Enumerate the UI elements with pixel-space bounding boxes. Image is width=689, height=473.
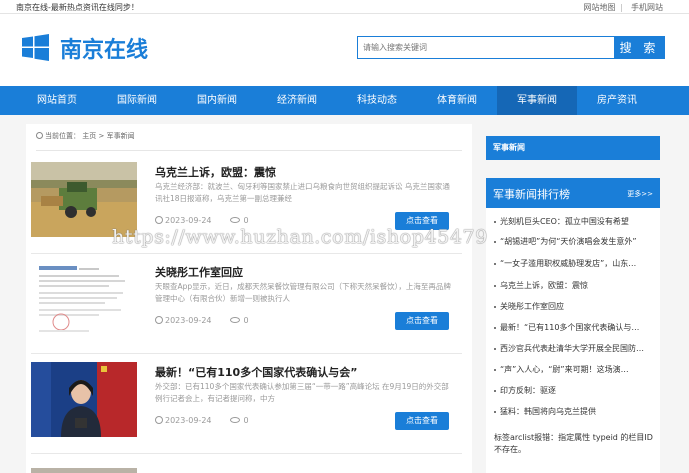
sitemap-link[interactable]: 网站地图 [583, 3, 615, 12]
eye-icon [229, 217, 240, 223]
list-item[interactable]: 光刻机巨头CEO：孤立中国没有希望 [494, 216, 654, 227]
article-title[interactable]: 乌克兰上诉，欧盟：震惊 [155, 164, 276, 180]
bullet-icon [494, 410, 496, 413]
ranking-title: 军事新闻排行榜 [493, 188, 570, 201]
divider [31, 453, 462, 454]
error-message: 标签arclist报错：指定属性 typeid 的栏目ID不存在。 [494, 433, 653, 454]
eye-icon [229, 317, 240, 323]
ranking-header: 军事新闻排行榜 更多>> [486, 178, 660, 208]
search-button[interactable]: 搜 索 [614, 36, 665, 59]
eye-icon [229, 417, 240, 423]
divider [36, 150, 462, 151]
article-title[interactable]: 最新！“已有110多个国家代表确认与会” [155, 364, 357, 380]
article-views: 0 [243, 316, 249, 325]
list-item[interactable]: 最新！“已有110多个国家代表确认与… [494, 322, 654, 333]
bullet-icon [494, 284, 496, 287]
article-summary: 乌克兰经济部：就波兰、匈牙利等国家禁止进口乌粮食向世贸组织提起诉讼 乌克兰国家通… [155, 182, 450, 203]
nav-economy[interactable]: 经济新闻 [257, 86, 337, 115]
article-views: 0 [243, 216, 249, 225]
breadcrumb: 当前位置： 主页 > 军事新闻 [36, 131, 135, 141]
bullet-icon [494, 389, 496, 392]
article-date: 2023-09-24 [165, 416, 212, 425]
list-item[interactable]: “声”入人心，“尉”来可期！这场演… [494, 364, 654, 375]
list-item[interactable]: 西沙官兵代表赴清华大学开展全民国防… [494, 343, 654, 354]
nav-home[interactable]: 网站首页 [17, 86, 97, 115]
clock-icon [155, 416, 163, 424]
clock-icon [155, 316, 163, 324]
clock-icon [155, 216, 163, 224]
nav-military[interactable]: 军事新闻 [497, 86, 577, 115]
breadcrumb-label: 当前位置： [45, 132, 80, 140]
divider [31, 253, 462, 254]
nav-technology[interactable]: 科技动态 [337, 86, 417, 115]
article-thumbnail-partial[interactable] [31, 468, 137, 473]
article-date: 2023-09-24 [165, 316, 212, 325]
list-item[interactable]: “胡锡进吧”为何“天价演唱会发生意外” [494, 236, 654, 247]
article-title[interactable]: 关晓彤工作室回应 [155, 264, 243, 280]
mobile-site-link[interactable]: 手机网站 [631, 3, 663, 12]
article-thumbnail-document[interactable] [31, 262, 137, 337]
bullet-icon [494, 305, 496, 308]
bullet-icon [494, 326, 496, 329]
site-tagline: 南京在线-最新热点资讯在线同步！ [16, 3, 139, 12]
watermark-url: https://www.huzhan.com/ishop45479 [112, 226, 488, 248]
view-article-button[interactable]: 点击查看 [395, 312, 449, 330]
windows-logo-icon[interactable] [22, 34, 49, 61]
article-meta: 2023-09-24 0 [155, 416, 249, 425]
top-links: 网站地图 手机网站 [577, 2, 663, 13]
article-views: 0 [243, 416, 249, 425]
article-thumbnail-spokesperson[interactable] [31, 362, 137, 437]
article-meta: 2023-09-24 0 [155, 216, 249, 225]
nav-real-estate[interactable]: 房产资讯 [577, 86, 657, 115]
article-list-panel: 当前位置： 主页 > 军事新闻 乌克兰上诉，欧盟：震惊 乌克兰经济部：就波兰、匈… [26, 124, 472, 473]
view-article-button[interactable]: 点击查看 [395, 412, 449, 430]
divider [31, 353, 462, 354]
nav-international[interactable]: 国际新闻 [97, 86, 177, 115]
article-summary: 天眼查App显示，近日，成都天然呆餐饮管理有限公司（下称天然呆餐饮），上海至再品… [155, 282, 451, 303]
category-box[interactable]: 军事新闻 [486, 136, 660, 160]
site-logo-text[interactable]: 南京在线 [60, 32, 148, 64]
bullet-icon [494, 347, 496, 350]
list-item: 关晓彤工作室回应 天眼查App显示，近日，成都天然呆餐饮管理有限公司（下称天然呆… [26, 259, 472, 359]
nav-domestic[interactable]: 国内新闻 [177, 86, 257, 115]
article-meta: 2023-09-24 0 [155, 316, 249, 325]
divider [621, 3, 623, 12]
bullet-icon [494, 220, 496, 223]
article-date: 2023-09-24 [165, 216, 212, 225]
bullet-icon [494, 368, 496, 371]
bullet-icon [494, 262, 496, 265]
location-icon [36, 132, 43, 139]
ranking-list: 光刻机巨头CEO：孤立中国没有希望 “胡锡进吧”为何“天价演唱会发生意外” “一… [486, 208, 660, 473]
bullet-icon [494, 240, 496, 243]
header: 南京在线 搜 索 [0, 14, 689, 86]
list-item[interactable]: 乌克兰上诉，欧盟：震惊 [494, 280, 654, 291]
breadcrumb-home[interactable]: 主页 [82, 132, 96, 140]
search-input[interactable] [357, 36, 615, 59]
list-item: 最新！“已有110多个国家代表确认与会” 外交部：已有110多个国家代表确认参加… [26, 359, 472, 459]
top-bar: 南京在线-最新热点资讯在线同步！ 网站地图 手机网站 [0, 0, 689, 14]
list-item[interactable]: “一女子滥用职权威胁理发店”，山东… [494, 258, 654, 269]
breadcrumb-current[interactable]: 军事新闻 [107, 132, 135, 140]
article-summary: 外交部：已有110多个国家代表确认参加第三届“一带一路”高峰论坛 在9月19日的… [155, 382, 449, 403]
search-bar: 搜 索 [357, 36, 665, 59]
nav-sports[interactable]: 体育新闻 [417, 86, 497, 115]
main-nav: 网站首页 国际新闻 国内新闻 经济新闻 科技动态 体育新闻 军事新闻 房产资讯 [0, 86, 689, 115]
list-item[interactable]: 关晓彤工作室回应 [494, 301, 654, 312]
list-item[interactable]: 印方反制：驱逐 [494, 385, 654, 396]
breadcrumb-separator: > [98, 132, 105, 140]
list-item[interactable]: 猛料：韩国将向乌克兰提供 [494, 406, 654, 417]
more-link[interactable]: 更多>> [627, 189, 653, 199]
